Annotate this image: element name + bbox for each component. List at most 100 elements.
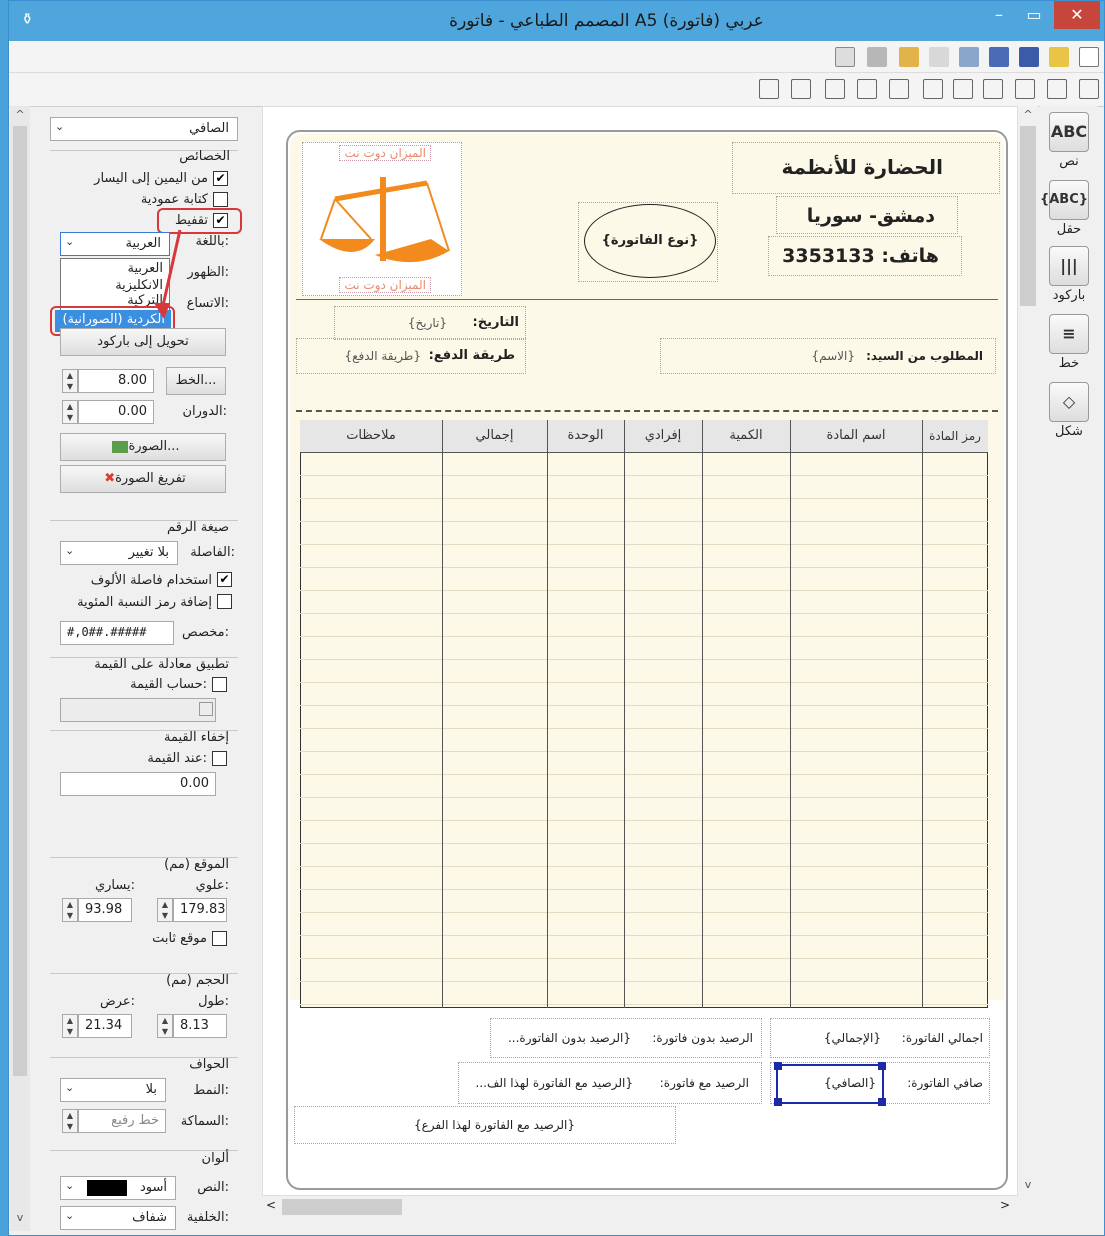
resize-handle[interactable] [878,1062,886,1070]
center-page-icon[interactable] [825,79,845,99]
col-header-total[interactable]: إجمالي [442,420,547,453]
company-field[interactable]: الحضارة للأنظمة [732,142,1000,194]
text-color-combo[interactable]: أسود ⌄ [60,1176,176,1200]
clear-image-button[interactable]: ✖تفريغ الصورة [60,465,226,493]
align-top-icon[interactable] [1015,79,1035,99]
custom-label: مخصص: [182,625,229,640]
center-h-icon[interactable] [953,79,973,99]
close-button[interactable]: ✕ [1054,1,1100,29]
city-field[interactable]: دمشق- سوريا [776,196,958,234]
space-h-icon[interactable] [889,79,909,99]
center-v-icon[interactable] [923,79,943,99]
save-as-icon[interactable] [989,47,1009,67]
shape-tool[interactable]: ◇ شكل [1047,382,1091,439]
col-header-qty[interactable]: الكمية [702,420,790,453]
col-header-notes[interactable]: ملاحظات [300,420,442,453]
field-combo[interactable]: الصافي ⌄ [50,117,238,141]
formula-input[interactable] [60,698,216,722]
col-header-price[interactable]: إفرادي [624,420,702,453]
scroll-left-icon[interactable]: < [266,1198,276,1212]
align-left-icon[interactable] [1047,79,1067,99]
height-input[interactable]: 8.13 [173,1014,227,1038]
rotation-spin[interactable]: ▲ ▼ [62,400,78,424]
open-folder-icon[interactable] [1049,47,1069,67]
thickness-spin[interactable]: ▲ ▼ [62,1109,78,1133]
left-input[interactable]: 93.98 [78,898,132,922]
resize-handle[interactable] [878,1098,886,1106]
scroll-down-icon[interactable]: v [10,1211,30,1224]
top-spin[interactable]: ▲ ▼ [157,898,173,922]
preview-icon[interactable] [835,47,855,67]
new-file-icon[interactable] [1079,47,1099,67]
panel-scrollbar[interactable]: ^ v [10,106,30,1231]
minimize-button[interactable]: – [979,1,1019,29]
left-spin[interactable]: ▲ ▼ [62,898,78,922]
hide-checkbox[interactable] [212,751,227,766]
top-input[interactable]: 179.83 [173,898,227,922]
font-button[interactable]: الخط... [166,367,226,395]
image-button[interactable]: الصورة... [60,433,226,461]
rotation-input[interactable]: 0.00 [78,400,154,424]
scroll-thumb[interactable] [1020,126,1036,306]
bg-color-combo[interactable]: شفاف ⌄ [60,1206,176,1230]
barcode-tool[interactable]: ||| باركود [1047,246,1091,303]
scroll-thumb[interactable] [13,126,27,1076]
save-icon[interactable] [1019,47,1039,67]
width-spin[interactable]: ▲ ▼ [62,1014,78,1038]
space-v-icon[interactable] [857,79,877,99]
scroll-thumb[interactable] [282,1199,402,1215]
thousands-checkbox[interactable]: ✔ [217,572,232,587]
rtl-checkbox[interactable]: ✔ [213,171,228,186]
barcode-button[interactable]: تحويل إلى باركود [60,328,226,356]
line-spin[interactable]: ▲ ▼ [62,369,78,393]
net-value-selected[interactable]: {الصافي} [774,1062,886,1106]
text-tool[interactable]: ABC نص [1047,112,1091,169]
logo-image[interactable]: الميزان دوت نت الميزان دوت نت [302,142,462,296]
copy-icon[interactable] [929,47,949,67]
canvas-hscroll[interactable]: < > [262,1196,1018,1218]
resize-handle[interactable] [774,1098,782,1106]
col-header-name[interactable]: اسم المادة [790,420,922,453]
balance-with-value: {الرصيد مع الفاتورة لهذا الف... [475,1076,633,1090]
fixed-checkbox[interactable] [212,931,227,946]
calc-checkbox[interactable] [212,677,227,692]
width-input[interactable]: 21.34 [78,1014,132,1038]
customer-field[interactable]: المطلوب من السيد: {الاسم} [660,338,996,374]
date-field[interactable]: التاريخ: {تاريخ} [334,306,526,340]
percent-checkbox[interactable] [217,594,232,609]
scroll-down-icon[interactable]: v [1018,1178,1038,1191]
field-tool[interactable]: {ABC} حقل [1040,180,1091,237]
appear-label: الظهور: [187,265,229,280]
balance-with-invoice-field[interactable]: الرصيد مع فاتورة: {الرصيد مع الفاتورة لهذ… [458,1062,762,1104]
resize-handle[interactable] [774,1062,782,1070]
line-tool[interactable]: ≡ خط [1047,314,1091,371]
send-back-icon[interactable] [759,79,779,99]
height-spin[interactable]: ▲ ▼ [157,1014,173,1038]
scroll-up-icon[interactable]: ^ [10,108,30,121]
payment-field[interactable]: طريقة الدفع: {طريقة الدفع} [296,338,526,374]
properties-icon[interactable] [959,47,979,67]
scroll-up-icon[interactable]: ^ [1018,108,1038,121]
vertical-checkbox[interactable] [213,192,228,207]
phone-field[interactable]: هاتف: 3353133 [768,236,962,276]
hide-value-input[interactable]: 0.00 [60,772,216,796]
balance-branch-field[interactable]: {الرصيد مع الفاتورة لهذا الفرع} [294,1106,676,1144]
paste-icon[interactable] [899,47,919,67]
custom-format-input[interactable]: #,0##.##### [60,621,174,645]
maximize-button[interactable]: ▭ [1014,1,1054,29]
style-label: النمط: [193,1083,229,1098]
sep-combo[interactable]: بلا تغيير ⌄ [60,541,178,565]
total-field[interactable]: اجمالي الفاتورة: {الإجمالي} [770,1018,990,1058]
col-header-unit[interactable]: الوحدة [547,420,624,453]
print-icon[interactable] [867,47,887,67]
bring-front-icon[interactable] [791,79,811,99]
border-style-combo[interactable]: بلا ⌄ [60,1078,166,1102]
canvas-vscroll[interactable]: ^ v [1018,106,1038,1196]
balance-no-invoice-field[interactable]: الرصيد بدون فاتورة: {الرصيد بدون الفاتورة… [490,1018,762,1058]
scroll-right-icon[interactable]: > [1000,1198,1010,1212]
align-bottom-icon[interactable] [983,79,1003,99]
thickness-input[interactable]: خط رفيع [78,1109,166,1133]
align-right-icon[interactable] [1079,79,1099,99]
line-size-input[interactable]: 8.00 [78,369,154,393]
col-header-code[interactable]: رمز المادة [922,420,988,453]
